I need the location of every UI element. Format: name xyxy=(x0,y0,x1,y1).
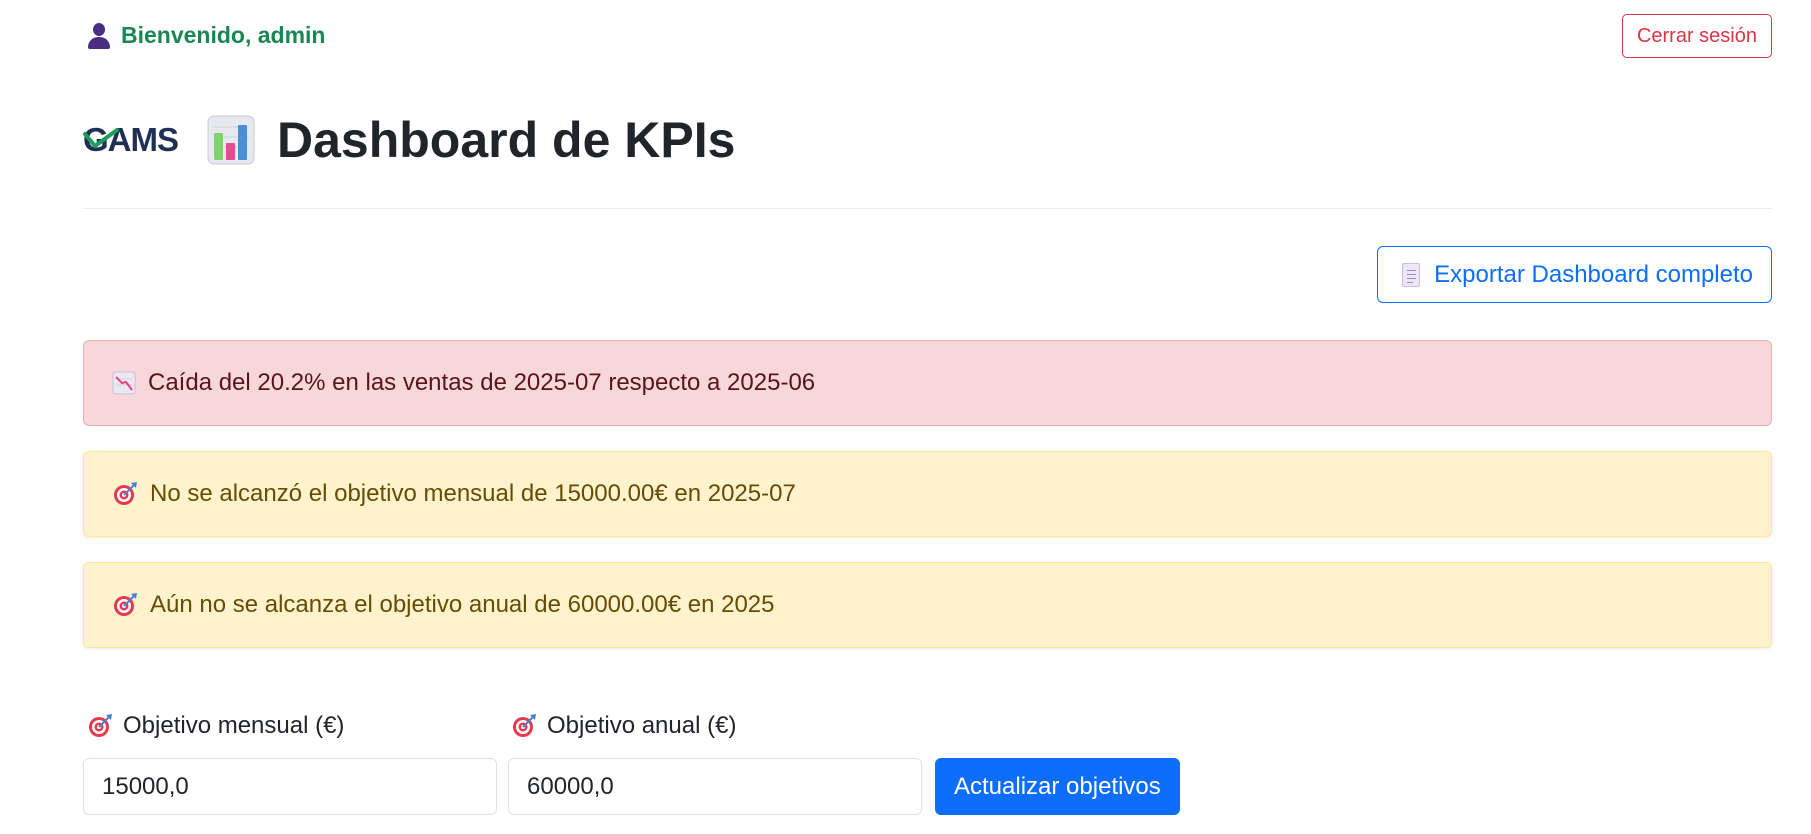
user-icon xyxy=(87,22,111,49)
target-icon xyxy=(114,482,137,505)
target-icon xyxy=(513,714,536,737)
update-targets-button[interactable]: Actualizar objetivos xyxy=(935,758,1180,815)
target-icon xyxy=(89,714,112,737)
alert-text: No se alcanzó el objetivo mensual de 150… xyxy=(150,480,796,507)
label-text: Objetivo mensual (€) xyxy=(123,712,345,739)
alert-text: Aún no se alcanza el objetivo anual de 6… xyxy=(150,591,775,618)
header-divider xyxy=(83,208,1772,209)
monthly-target-input[interactable] xyxy=(83,758,497,815)
welcome-message: Bienvenido, admin xyxy=(87,22,325,49)
document-icon xyxy=(1402,262,1421,287)
annual-target-input[interactable] xyxy=(508,758,922,815)
logo-swoosh-icon xyxy=(83,128,119,148)
label-text: Objetivo anual (€) xyxy=(547,712,737,739)
bar-chart-icon xyxy=(207,115,255,165)
page-title: Dashboard de KPIs xyxy=(277,112,736,168)
export-dashboard-button[interactable]: Exportar Dashboard completo xyxy=(1377,246,1772,303)
page-header: GAMS Dashboard de KPIs xyxy=(83,100,735,180)
chart-decreasing-icon xyxy=(112,371,136,395)
monthly-target-alert: No se alcanzó el objetivo mensual de 150… xyxy=(83,451,1772,537)
target-icon xyxy=(114,593,137,616)
top-bar: Bienvenido, admin Cerrar sesión xyxy=(83,14,1772,60)
gams-logo: GAMS xyxy=(83,116,193,164)
export-label: Exportar Dashboard completo xyxy=(1434,260,1753,288)
alert-text: Caída del 20.2% en las ventas de 2025-07… xyxy=(148,369,816,396)
monthly-target-label: Objetivo mensual (€) xyxy=(87,712,344,740)
annual-target-label: Objetivo anual (€) xyxy=(511,712,736,740)
welcome-text: Bienvenido, admin xyxy=(121,22,326,48)
sales-drop-alert: Caída del 20.2% en las ventas de 2025-07… xyxy=(83,340,1772,426)
logout-button[interactable]: Cerrar sesión xyxy=(1621,14,1772,58)
annual-target-alert: Aún no se alcanza el objetivo anual de 6… xyxy=(83,562,1772,648)
